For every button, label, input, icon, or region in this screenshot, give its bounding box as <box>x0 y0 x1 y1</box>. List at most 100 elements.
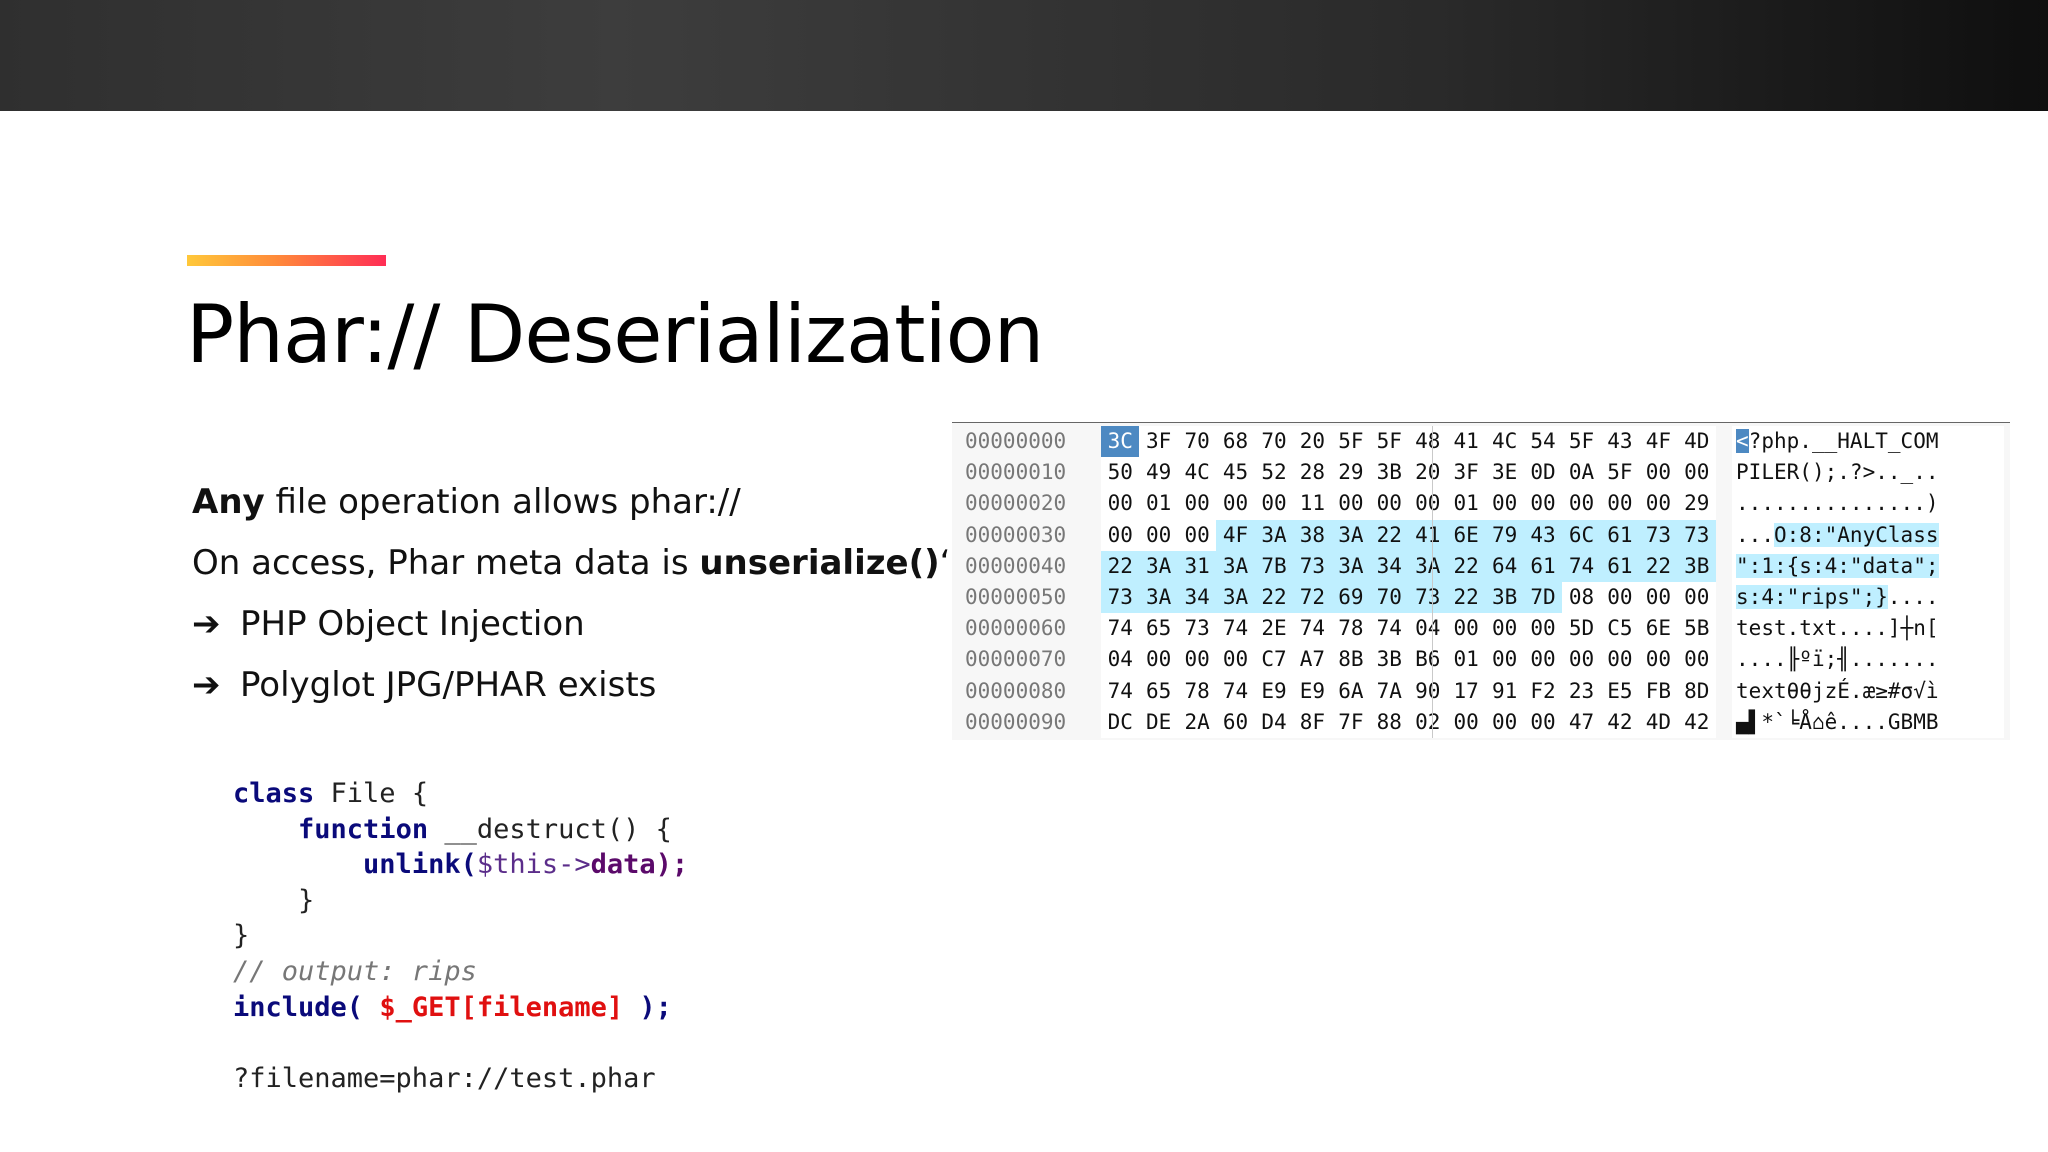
hex-byte[interactable]: 42 <box>1678 707 1716 738</box>
hex-byte[interactable]: 00 <box>1485 707 1523 738</box>
hex-byte[interactable]: 6A <box>1332 676 1370 707</box>
hex-byte[interactable]: 22 <box>1254 581 1294 614</box>
hex-byte[interactable]: 5F <box>1332 426 1370 457</box>
hex-byte[interactable]: 73 <box>1101 581 1140 614</box>
hex-byte[interactable]: 5F <box>1562 426 1600 457</box>
hex-byte[interactable]: 11 <box>1293 488 1331 519</box>
hex-byte[interactable]: 47 <box>1562 707 1600 738</box>
hex-byte[interactable]: 65 <box>1139 676 1177 707</box>
hex-byte[interactable]: 0D <box>1524 457 1562 488</box>
hex-byte[interactable]: 5F <box>1370 426 1408 457</box>
hex-byte[interactable]: 7D <box>1523 581 1563 614</box>
hex-byte[interactable]: 00 <box>1601 488 1639 519</box>
hex-byte[interactable]: D4 <box>1255 707 1293 738</box>
hex-byte[interactable]: 38 <box>1293 519 1332 551</box>
hex-byte[interactable]: 74 <box>1293 613 1331 644</box>
hex-byte[interactable]: 73 <box>1408 581 1447 614</box>
hex-byte[interactable]: 4D <box>1678 426 1716 457</box>
hex-byte[interactable]: 8F <box>1293 707 1331 738</box>
hex-byte[interactable]: 74 <box>1101 676 1139 707</box>
hex-byte[interactable]: C5 <box>1601 613 1639 644</box>
hex-byte[interactable]: 3F <box>1447 457 1485 488</box>
hex-byte[interactable]: 23 <box>1562 676 1600 707</box>
hex-byte[interactable]: 00 <box>1447 707 1485 738</box>
hex-byte[interactable]: 3F <box>1139 426 1177 457</box>
hex-byte[interactable]: 78 <box>1178 676 1216 707</box>
hex-byte[interactable]: 00 <box>1139 644 1177 675</box>
hex-byte[interactable]: 5D <box>1562 613 1600 644</box>
hex-byte[interactable]: 00 <box>1101 488 1139 519</box>
hex-byte[interactable]: 74 <box>1370 613 1408 644</box>
hex-byte[interactable]: 00 <box>1178 520 1216 551</box>
hex-byte[interactable]: 00 <box>1639 644 1677 675</box>
hex-byte[interactable]: 8D <box>1678 676 1716 707</box>
hex-byte[interactable]: 4C <box>1485 426 1523 457</box>
hex-byte[interactable]: 00 <box>1524 613 1562 644</box>
hex-byte[interactable]: 17 <box>1447 676 1485 707</box>
hex-byte[interactable]: 90 <box>1409 676 1447 707</box>
hex-byte[interactable]: 00 <box>1562 644 1600 675</box>
hex-byte[interactable]: 01 <box>1447 644 1485 675</box>
hex-byte[interactable]: 2A <box>1178 707 1216 738</box>
hex-byte[interactable]: 3B <box>1485 581 1524 614</box>
hex-byte[interactable]: 02 <box>1409 707 1447 738</box>
hex-byte[interactable]: 4C <box>1178 457 1216 488</box>
hex-byte[interactable]: 04 <box>1101 644 1139 675</box>
hex-byte[interactable]: 4F <box>1639 426 1677 457</box>
hex-byte[interactable]: 42 <box>1601 707 1639 738</box>
hex-byte[interactable]: 7A <box>1370 676 1408 707</box>
hex-byte[interactable]: 43 <box>1601 426 1639 457</box>
hex-byte[interactable]: 41 <box>1447 426 1485 457</box>
hex-byte[interactable]: 43 <box>1523 519 1563 551</box>
hex-byte-grid[interactable]: 3C 3F 70 68 70 20 5F 5F 48 41 4C 54 5F 43 4F 4D 50 49 4C 45… <box>1101 426 1716 738</box>
hex-byte[interactable]: 6E <box>1446 519 1486 551</box>
hex-byte[interactable]: FB <box>1639 676 1677 707</box>
hex-byte[interactable]: 00 <box>1447 613 1485 644</box>
hex-byte[interactable]: 29 <box>1332 457 1370 488</box>
hex-byte[interactable]: 00 <box>1370 488 1408 519</box>
hex-byte[interactable]: 65 <box>1139 613 1177 644</box>
hex-byte[interactable]: 22 <box>1101 550 1140 582</box>
hex-byte[interactable]: 04 <box>1409 613 1447 644</box>
hex-byte[interactable]: 01 <box>1139 488 1177 519</box>
hex-byte[interactable]: 73 <box>1293 550 1332 582</box>
hex-byte[interactable]: 70 <box>1370 581 1409 614</box>
hex-byte[interactable]: 01 <box>1447 488 1485 519</box>
hex-byte[interactable]: E9 <box>1293 676 1331 707</box>
hex-byte[interactable]: 3B <box>1677 550 1716 582</box>
hex-byte[interactable]: 00 <box>1485 488 1523 519</box>
hex-byte[interactable]: 73 <box>1677 519 1716 551</box>
hex-byte[interactable]: 3E <box>1485 457 1523 488</box>
hex-byte[interactable]: 79 <box>1485 519 1524 551</box>
hex-byte[interactable]: 64 <box>1485 550 1524 582</box>
hex-byte[interactable]: 74 <box>1101 613 1139 644</box>
hex-byte[interactable]: 3A <box>1408 550 1447 582</box>
hex-byte[interactable]: 00 <box>1601 644 1639 675</box>
hex-byte[interactable]: 5F <box>1601 457 1639 488</box>
hex-byte[interactable]: 3B <box>1370 457 1408 488</box>
hex-byte[interactable]: 34 <box>1177 581 1217 614</box>
hex-byte[interactable]: 3A <box>1139 581 1178 614</box>
hex-byte[interactable]: 41 <box>1408 519 1447 551</box>
hex-byte[interactable]: 74 <box>1562 550 1601 582</box>
hex-byte[interactable]: 54 <box>1524 426 1562 457</box>
hex-byte[interactable]: 22 <box>1370 519 1409 551</box>
hex-byte[interactable]: 00 <box>1639 488 1677 519</box>
hex-byte[interactable]: 5B <box>1678 613 1716 644</box>
hex-byte[interactable]: 61 <box>1600 550 1640 582</box>
hex-byte[interactable]: 3A <box>1139 550 1178 582</box>
hex-byte[interactable]: 3A <box>1254 519 1294 551</box>
hex-byte[interactable]: 31 <box>1177 550 1217 582</box>
hex-byte[interactable]: 78 <box>1332 613 1370 644</box>
hex-byte[interactable]: 7F <box>1332 707 1370 738</box>
hex-ascii-column[interactable]: <?php.__HALT_COM PILER();.?>.._..........… <box>1732 426 2004 738</box>
hex-byte[interactable]: 00 <box>1524 644 1562 675</box>
hex-byte[interactable]: 00 <box>1485 613 1523 644</box>
hex-byte[interactable]: 72 <box>1293 581 1332 614</box>
hex-byte[interactable]: F2 <box>1524 676 1562 707</box>
hex-byte[interactable]: A7 <box>1293 644 1331 675</box>
hex-byte[interactable]: 00 <box>1524 488 1562 519</box>
hex-byte[interactable]: 20 <box>1409 457 1447 488</box>
hex-byte[interactable]: 73 <box>1639 519 1678 551</box>
hex-byte[interactable]: 00 <box>1639 582 1677 613</box>
